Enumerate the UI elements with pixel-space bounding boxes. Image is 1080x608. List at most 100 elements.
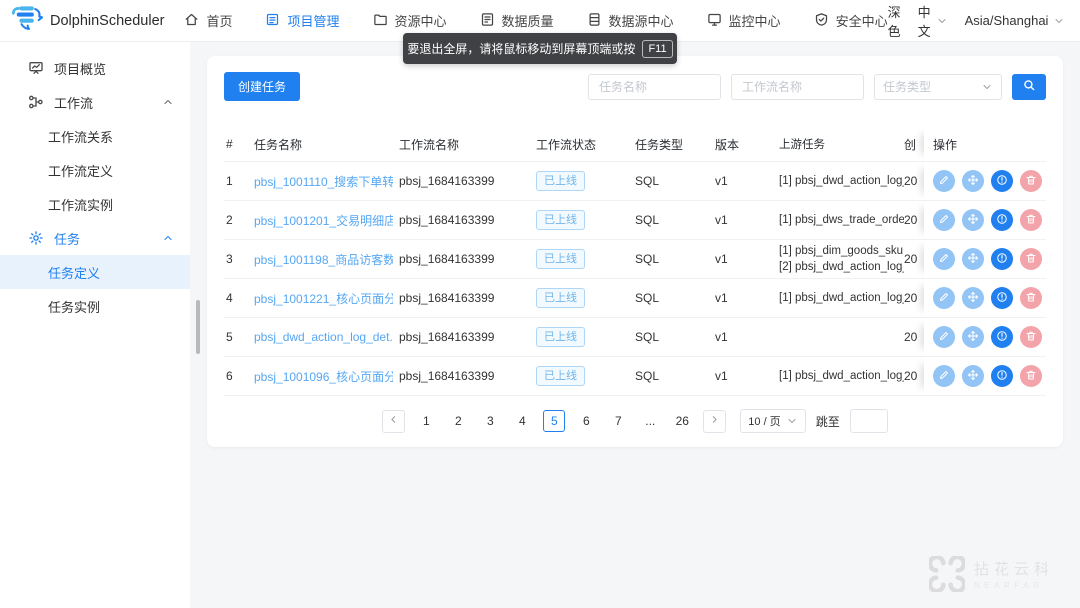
task-name-link[interactable]: pbsj_1001221_核心页面分... [254, 290, 393, 307]
task-name-link[interactable]: pbsj_1001198_商品访客数... [254, 251, 393, 268]
next-page-button[interactable] [703, 410, 726, 433]
language-select[interactable]: 中文 [918, 2, 948, 40]
nav-item[interactable]: 监控中心 [707, 11, 781, 30]
toolbar: 创建任务 任务类型 [224, 72, 1046, 101]
page-number[interactable]: 1 [415, 410, 437, 432]
sidebar-item[interactable]: 工作流关系 [0, 119, 190, 153]
delete-button[interactable] [1020, 170, 1042, 192]
exclamation-circle-icon [996, 174, 1008, 189]
nav-item[interactable]: 数据质量 [480, 11, 554, 30]
brand-name: DolphinScheduler [50, 13, 164, 29]
prev-page-button[interactable] [382, 410, 405, 433]
sidebar-item[interactable]: 项目概览 [0, 51, 190, 85]
task-name-link[interactable]: pbsj_dwd_action_log_det... [254, 330, 393, 344]
delete-button[interactable] [1020, 209, 1042, 231]
page-size-select[interactable]: 10 / 页 [740, 409, 805, 433]
version-cell: v1 [715, 162, 779, 200]
status-badge: 已上线 [536, 171, 585, 191]
nav-item[interactable]: 首页 [184, 11, 232, 30]
task-name-link[interactable]: pbsj_1001096_核心页面分... [254, 368, 393, 385]
version-cell: v1 [715, 357, 779, 395]
nav-item[interactable]: 项目管理 [265, 11, 339, 30]
sidebar-item[interactable]: 任务定义 [0, 255, 190, 289]
nav-item[interactable]: 数据源中心 [587, 11, 674, 30]
search-button[interactable] [1012, 74, 1046, 100]
move-button[interactable] [962, 209, 984, 231]
row-index: 3 [224, 240, 254, 278]
task-name-filter-input[interactable] [588, 74, 721, 100]
brand[interactable]: DolphinScheduler [0, 5, 176, 36]
task-name-link[interactable]: pbsj_1001201_交易明细店... [254, 212, 393, 229]
theme-toggle[interactable]: 深色 [888, 2, 901, 40]
edit-button[interactable] [933, 287, 955, 309]
delete-button[interactable] [1020, 326, 1042, 348]
move-icon [967, 252, 979, 267]
page-number[interactable]: 26 [671, 410, 693, 432]
create-time-cell-clipped: 20 [904, 162, 924, 200]
sidebar-item-label: 工作流 [54, 93, 93, 112]
edit-button[interactable] [933, 170, 955, 192]
edit-button[interactable] [933, 248, 955, 270]
jump-page-input[interactable] [850, 409, 888, 433]
exclamation-circle-icon [996, 213, 1008, 228]
move-button[interactable] [962, 326, 984, 348]
sidebar-item[interactable]: 工作流 [0, 85, 190, 119]
page-number[interactable]: ... [639, 410, 661, 432]
scrollbar-thumb[interactable] [196, 300, 200, 354]
version-button[interactable] [991, 326, 1013, 348]
nav-item[interactable]: 资源中心 [373, 11, 447, 30]
move-button[interactable] [962, 287, 984, 309]
trash-icon [1025, 252, 1037, 267]
timezone-select[interactable]: Asia/Shanghai [965, 13, 1066, 28]
version-button[interactable] [991, 170, 1013, 192]
sidebar-item[interactable]: 工作流实例 [0, 187, 190, 221]
pagination: 1 2 3 4 5 6 7 ... 26 [224, 409, 1046, 433]
page-number[interactable]: 6 [575, 410, 597, 432]
version-button[interactable] [991, 365, 1013, 387]
sidebar-item[interactable]: 任务实例 [0, 289, 190, 323]
edit-button[interactable] [933, 209, 955, 231]
task-table: # 任务名称 工作流名称 工作流状态 任务类型 版本 上游任务 创 操作 1 p… [224, 127, 1046, 396]
create-task-button[interactable]: 创建任务 [224, 72, 300, 101]
version-cell: v1 [715, 279, 779, 317]
task-type-select[interactable]: 任务类型 [874, 74, 1002, 100]
page-number[interactable]: 5 [543, 410, 565, 432]
version-button[interactable] [991, 248, 1013, 270]
edit-button[interactable] [933, 326, 955, 348]
page-number[interactable]: 7 [607, 410, 629, 432]
page-number[interactable]: 3 [479, 410, 501, 432]
task-type-cell: SQL [635, 201, 715, 239]
nav-item[interactable]: 安全中心 [814, 11, 888, 30]
move-button[interactable] [962, 365, 984, 387]
upstream-cell: [1] pbsj_dwd_action_log_d [779, 162, 904, 200]
edit-button[interactable] [933, 365, 955, 387]
sidebar-item[interactable]: 任务 [0, 221, 190, 255]
version-button[interactable] [991, 209, 1013, 231]
nav-item-label: 监控中心 [729, 11, 781, 30]
move-icon [967, 213, 979, 228]
dolphinscheduler-logo-icon [10, 5, 44, 36]
row-index: 1 [224, 162, 254, 200]
row-index: 6 [224, 357, 254, 395]
page-number[interactable]: 4 [511, 410, 533, 432]
task-name-link[interactable]: pbsj_1001110_搜索下单转... [254, 173, 393, 190]
trash-icon [1025, 213, 1037, 228]
workflow-icon [28, 94, 44, 110]
jump-to-label: 跳至 [816, 413, 840, 430]
version-button[interactable] [991, 287, 1013, 309]
move-button[interactable] [962, 248, 984, 270]
header-workflow-name: 工作流名称 [399, 127, 536, 161]
delete-button[interactable] [1020, 287, 1042, 309]
nav-menu: 首页 项目管理 资源中心 数据质量 [184, 11, 887, 30]
workflow-name-filter-input[interactable] [731, 74, 864, 100]
table-row: 2 pbsj_1001201_交易明细店... pbsj_1684163399 … [224, 201, 1046, 240]
delete-button[interactable] [1020, 365, 1042, 387]
sidebar-item[interactable]: 工作流定义 [0, 153, 190, 187]
sidebar: 项目概览 工作流 工作流关系 工作流定义 [0, 41, 190, 608]
filter-bar: 任务类型 [588, 74, 1046, 100]
delete-button[interactable] [1020, 248, 1042, 270]
header-index: # [224, 127, 254, 161]
page-number[interactable]: 2 [447, 410, 469, 432]
trash-icon [1025, 330, 1037, 345]
move-button[interactable] [962, 170, 984, 192]
